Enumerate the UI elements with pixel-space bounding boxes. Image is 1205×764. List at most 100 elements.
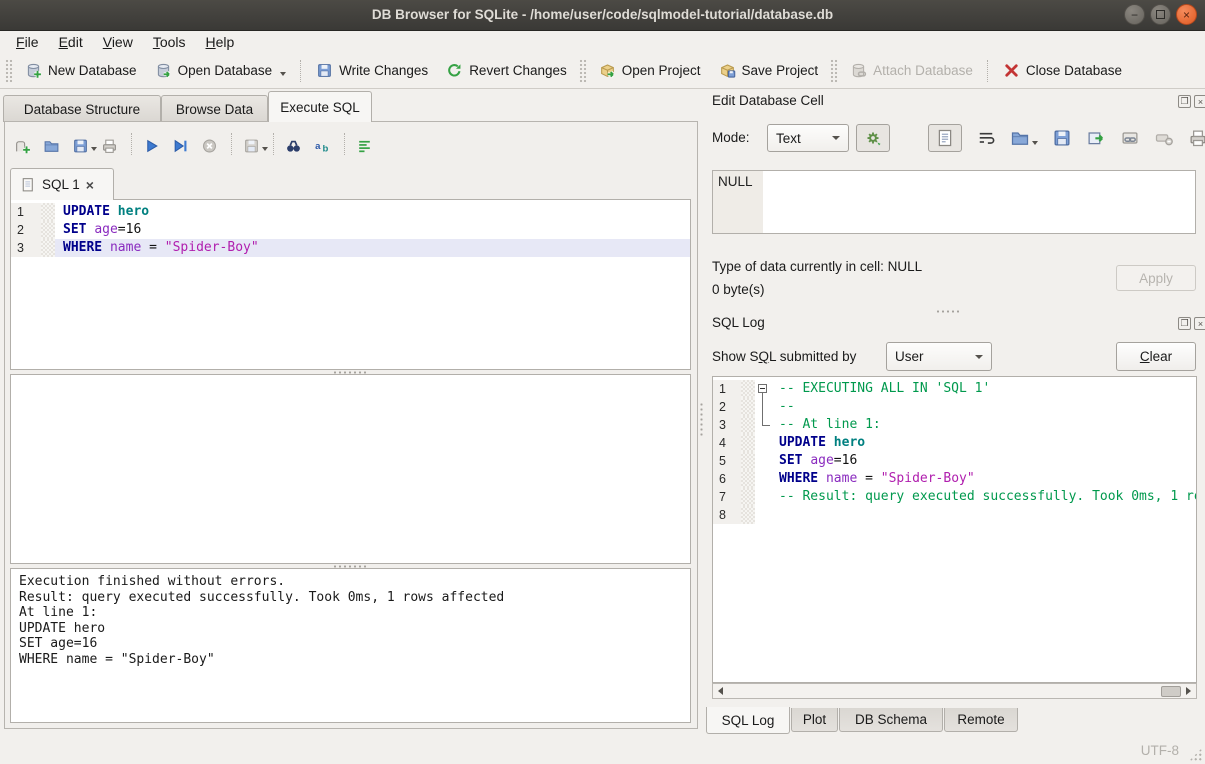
code-text: UPDATE hero [771,434,1196,452]
open-project-icon [599,62,616,79]
fold-marker[interactable] [755,380,771,398]
menu-file[interactable]: File [6,33,49,51]
tab-execute-sql[interactable]: Execute SQL [268,91,372,122]
tab-browse-data[interactable]: Browse Data [161,95,268,122]
menu-edit[interactable]: Edit [49,33,93,51]
copy-link-button[interactable] [1120,128,1140,148]
app-window: { "window": { "title": "DB Browser for S… [0,0,1205,764]
sql-log-close-button[interactable]: × [1194,317,1205,330]
log-filter-combobox[interactable]: User [886,342,992,371]
print-cell-button[interactable] [1188,128,1205,148]
clear-log-button[interactable]: Clear [1116,342,1196,371]
bottom-tab-sql-log[interactable]: SQL Log [706,707,790,734]
tab-database-structure[interactable]: Database Structure [3,95,161,122]
text-mode-button[interactable] [928,124,962,152]
panel-splitter[interactable] [699,402,704,436]
scroll-right-icon[interactable] [1181,685,1196,697]
code-text: -- Result: query executed successfully. … [771,488,1196,506]
word-wrap-icon [976,128,996,148]
find-button[interactable] [285,134,305,154]
close-button[interactable]: × [1176,4,1197,25]
toolbar-drag-handle[interactable] [579,59,587,83]
sql-editor[interactable]: 1UPDATE hero2SET age=163WHERE name = "Sp… [10,199,691,370]
open-project-button[interactable]: Open Project [590,57,710,84]
edit-cell-title: Edit Database Cell [712,93,824,108]
export-to-file-button[interactable] [1052,128,1072,148]
auto-format-button[interactable] [356,134,376,154]
scroll-left-icon[interactable] [713,685,728,697]
import-from-file-button[interactable] [1010,128,1038,148]
open-in-external-button[interactable] [1086,128,1106,148]
open-sql-file-button[interactable] [43,134,63,154]
find-icon [285,136,302,153]
execute-current-line-button[interactable] [172,134,192,154]
execute-all-button[interactable] [143,134,163,154]
cell-size-info: 0 byte(s) [712,282,765,297]
menu-tools[interactable]: Tools [143,33,196,51]
stop-execution-icon [201,136,218,153]
line-number: 4 [713,434,741,452]
write-changes-label: Write Changes [339,63,428,78]
toolbar-drag-handle[interactable] [830,59,838,83]
code-line: 8 [713,506,1196,524]
toolbar-drag-handle[interactable] [5,59,13,83]
log-horizontal-scrollbar[interactable] [712,683,1197,699]
sql-log-float-button[interactable]: ❐ [1178,317,1191,330]
dropdown-arrow-icon[interactable] [280,72,286,76]
sql-log-view[interactable]: 1-- EXECUTING ALL IN 'SQL 1'2--3-- At li… [712,376,1197,683]
dropdown-arrow-icon[interactable] [262,147,268,151]
auto-switch-mode-button[interactable] [856,124,890,152]
mode-combobox[interactable]: Text [767,124,849,152]
code-line: 6WHERE name = "Spider-Boy" [713,470,1196,488]
bottom-tab-db-schema[interactable]: DB Schema [839,708,943,732]
print-cell-icon [1188,128,1205,148]
code-line: 3-- At line 1: [713,416,1196,434]
edit-cell-float-button[interactable]: ❐ [1178,95,1191,108]
dropdown-arrow-icon[interactable] [1032,141,1038,145]
close-database-icon [1003,62,1020,79]
cell-editor-toolbar [928,124,1205,152]
dropdown-arrow-icon[interactable] [91,147,97,151]
results-grid[interactable] [10,374,691,564]
bottom-tab-remote[interactable]: Remote [944,708,1018,732]
toolbar-separator [987,60,989,82]
print-sql-button[interactable] [101,134,121,154]
find-replace-button[interactable]: ab [314,134,334,154]
stop-execution-button [201,134,221,154]
window-controls: − × [1124,4,1197,25]
minimize-button[interactable]: − [1124,4,1145,25]
edit-cell-close-button[interactable]: × [1194,95,1205,108]
close-database-button[interactable]: Close Database [994,57,1131,84]
save-project-button[interactable]: Save Project [710,57,828,84]
main-toolbar: New DatabaseOpen Database Write Changes Re… [0,53,1205,89]
scrollbar-thumb[interactable] [1161,686,1181,697]
save-sql-file-icon [72,136,89,153]
sql-editor-tab[interactable]: SQL 1 × [10,168,114,200]
revert-changes-button[interactable]: Revert Changes [437,57,576,84]
maximize-button[interactable] [1150,4,1171,25]
close-tab-icon[interactable]: × [86,178,94,192]
export-to-file-icon [1052,128,1072,148]
open-database-button[interactable]: Open Database [146,57,296,84]
fold-margin [741,470,755,488]
svg-text:a: a [315,141,321,152]
word-wrap-button[interactable] [976,128,996,148]
sql-log-title: SQL Log [712,315,765,330]
cell-editor[interactable]: NULL [712,170,1196,234]
attach-database-icon [850,62,867,79]
resize-grip[interactable] [1189,748,1202,761]
sql-tab-label: SQL 1 [42,177,80,192]
new-database-button[interactable]: New Database [16,57,146,84]
menu-view[interactable]: View [93,33,143,51]
bottom-tab-plot[interactable]: Plot [791,708,838,732]
menu-help[interactable]: Help [196,33,245,51]
save-sql-file-button[interactable] [72,134,92,154]
execution-output[interactable]: Execution finished without errors. Resul… [10,568,691,723]
fold-margin [41,203,55,221]
code-text: SET age=16 [55,221,690,239]
open-new-tab-button[interactable] [14,134,34,154]
write-changes-button[interactable]: Write Changes [307,57,437,84]
print-sql-icon [101,136,118,153]
line-number: 2 [713,398,741,416]
dock-splitter[interactable] [935,309,961,314]
